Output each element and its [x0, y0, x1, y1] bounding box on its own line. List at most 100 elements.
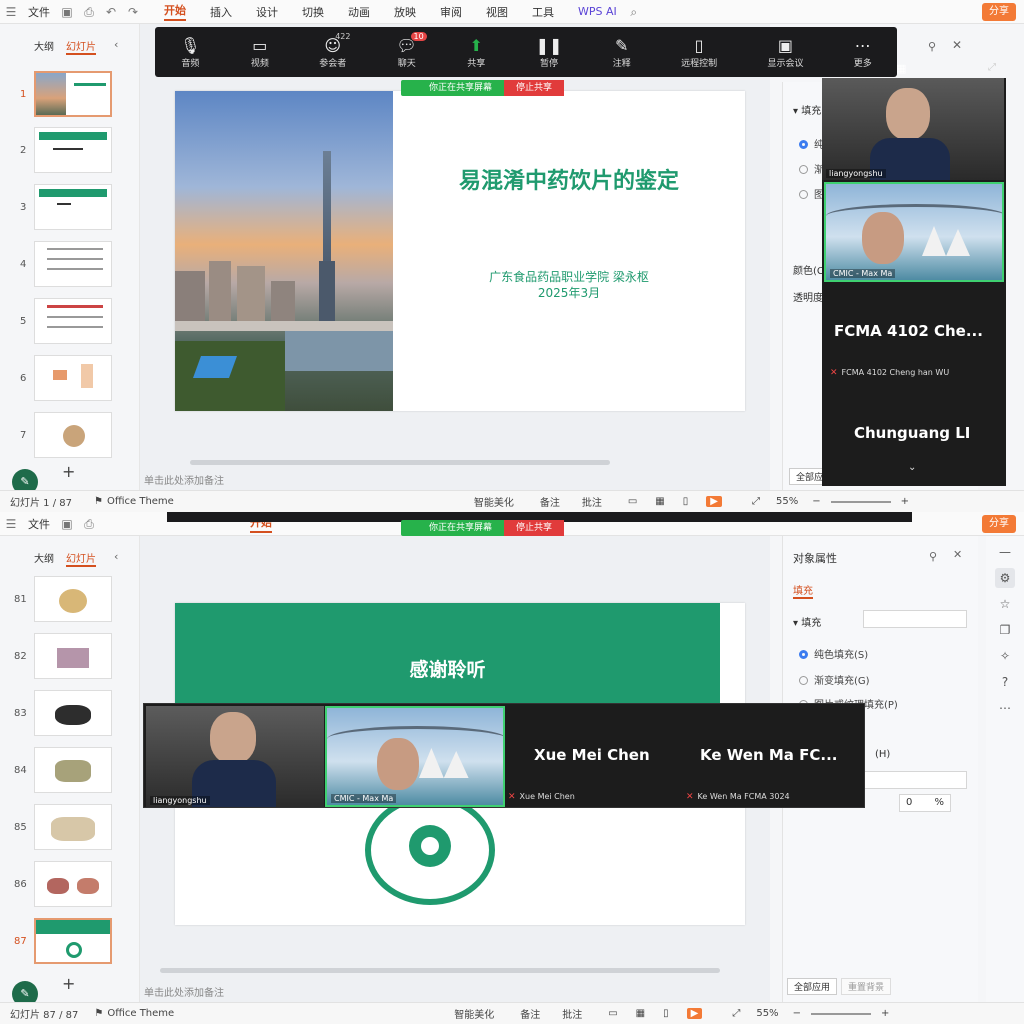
list-item[interactable]: 83 [0, 690, 130, 736]
list-item[interactable]: 2 [0, 127, 130, 173]
hscrollbar[interactable] [160, 968, 720, 973]
list-item[interactable]: 3 [0, 184, 130, 230]
video-tile-active[interactable]: CMIC - Max Ma [824, 182, 1004, 282]
pause-button[interactable]: ❚❚ 暂停 [536, 36, 563, 69]
tab-fill[interactable]: 填充 [793, 582, 813, 599]
list-item[interactable]: 7 [0, 412, 130, 458]
notes-button[interactable]: 备注 [540, 494, 560, 509]
more-button[interactable]: ⋯ 更多 [854, 36, 872, 69]
list-item[interactable]: 85 [0, 804, 130, 850]
theme-name[interactable]: Office Theme [107, 496, 174, 507]
close-icon[interactable]: ✕ [953, 548, 962, 561]
share-button[interactable]: 分享 [982, 515, 1016, 533]
video-tile-active[interactable]: CMIC - Max Ma [325, 706, 505, 807]
tab-design[interactable]: 设计 [256, 4, 278, 20]
reading-view-icon[interactable]: ▯ [663, 1008, 669, 1019]
smart-beautify-button[interactable]: 智能美化 [474, 494, 514, 509]
tab-slideshow[interactable]: 放映 [394, 4, 416, 20]
notes-placeholder[interactable]: 单击此处添加备注 [144, 984, 224, 999]
zoom-in-button[interactable]: + [901, 496, 909, 507]
slide-1[interactable]: 易混淆中药饮片的鉴定 广东食品药品职业学院 梁永枢 2025年3月 [175, 91, 745, 411]
help-icon[interactable]: ? [995, 672, 1015, 692]
file-menu[interactable]: 文件 [28, 4, 50, 20]
video-tile[interactable]: liangyongshu [822, 78, 1004, 180]
zoom-level[interactable]: 55% [756, 1008, 778, 1019]
more-icon[interactable]: ⋯ [995, 698, 1015, 718]
zoom-slider[interactable] [830, 500, 891, 503]
collapse-panel-icon[interactable]: ‹ [114, 550, 118, 563]
add-slide-button[interactable]: + [62, 462, 75, 481]
tab-slides[interactable]: 幻灯片 [66, 38, 96, 55]
tab-view[interactable]: 视图 [486, 4, 508, 20]
slide-thumbnail[interactable] [34, 298, 112, 344]
fill-gradient-radio[interactable]: 渐变填充(G) [799, 672, 870, 687]
color-dropdown[interactable] [863, 771, 967, 789]
pin-icon[interactable]: ⚲ [928, 40, 936, 53]
tab-animation[interactable]: 动画 [348, 4, 370, 20]
list-item[interactable]: 81 [0, 576, 130, 622]
smart-beautify-button[interactable]: 智能美化 [454, 1006, 494, 1021]
theme-name[interactable]: Office Theme [107, 1008, 174, 1019]
slide-subtitle[interactable]: 广东食品药品职业学院 梁永枢 [393, 268, 745, 285]
list-item[interactable]: 86 [0, 861, 130, 907]
slide-thumbnail[interactable] [34, 412, 112, 458]
play-button[interactable]: ▶ [706, 496, 722, 507]
pin-icon[interactable]: ⚲ [929, 550, 937, 563]
slide-title[interactable]: 感谢聆听 [175, 655, 720, 682]
share-screen-button[interactable]: ⬆ 共享 [467, 36, 485, 69]
zoom-level[interactable]: 55% [776, 496, 798, 507]
menu-icon[interactable]: ☰ [4, 517, 18, 531]
fit-icon[interactable]: ⤢ [752, 496, 760, 507]
tab-tools[interactable]: 工具 [532, 4, 554, 20]
normal-view-icon[interactable]: ▭ [608, 1008, 617, 1019]
save-icon[interactable]: ▣ [60, 5, 74, 19]
list-item[interactable]: 1 [0, 71, 130, 117]
slide-title[interactable]: 易混淆中药饮片的鉴定 [393, 163, 745, 195]
comment-button[interactable]: 批注 [582, 494, 602, 509]
slide-thumbnail[interactable] [34, 355, 112, 401]
video-button[interactable]: ▭ 视频 [251, 36, 269, 69]
tab-insert[interactable]: 插入 [210, 4, 232, 20]
zoom-out-button[interactable]: − [812, 496, 820, 507]
remote-control-button[interactable]: ▯ 远程控制 [681, 36, 717, 69]
notes-button[interactable]: 备注 [520, 1006, 540, 1021]
list-item[interactable]: 4 [0, 241, 130, 287]
zoom-slider[interactable] [810, 1012, 871, 1015]
list-item[interactable]: 6 [0, 355, 130, 401]
comment-button[interactable]: 批注 [562, 1006, 582, 1021]
fill-solid-radio[interactable]: 纯色填充(S) [799, 646, 868, 661]
reading-view-icon[interactable]: ▯ [683, 496, 689, 507]
tab-outline[interactable]: 大纲 [34, 550, 54, 567]
list-item[interactable]: 84 [0, 747, 130, 793]
grid-icon[interactable]: ▦ [896, 62, 906, 75]
file-menu[interactable]: 文件 [28, 516, 50, 532]
add-slide-button[interactable]: + [62, 974, 75, 993]
hscrollbar[interactable] [190, 460, 610, 465]
close-icon[interactable]: ✕ [952, 38, 962, 52]
slide-thumbnail[interactable] [34, 71, 112, 117]
search-icon[interactable]: ⌕ [627, 5, 641, 19]
normal-view-icon[interactable]: ▭ [628, 496, 637, 507]
magic-icon[interactable]: ✧ [995, 646, 1015, 666]
audio-button[interactable]: 🎙︎ 音频 [180, 36, 200, 69]
fit-icon[interactable]: ⤢ [732, 1008, 740, 1019]
notes-placeholder[interactable]: 单击此处添加备注 [144, 472, 224, 487]
sorter-view-icon[interactable]: ▦ [655, 496, 664, 507]
reset-background-button[interactable]: 重置背景 [841, 978, 892, 995]
collapse-panel-icon[interactable]: ‹ [114, 38, 118, 51]
show-meeting-button[interactable]: ▣ 显示会议 [767, 36, 803, 69]
transparency-input[interactable]: 0% [899, 794, 951, 812]
sorter-view-icon[interactable]: ▦ [636, 1008, 645, 1019]
print-icon[interactable]: ⎙ [82, 517, 96, 531]
share-button[interactable]: 分享 [982, 3, 1016, 21]
save-icon[interactable]: ▣ [60, 517, 74, 531]
copy-icon[interactable]: ❐ [995, 620, 1015, 640]
redo-icon[interactable]: ↷ [126, 5, 140, 19]
play-button[interactable]: ▶ [686, 1008, 703, 1019]
slide-thumbnail[interactable] [34, 576, 112, 622]
menu-icon[interactable]: ☰ [4, 5, 18, 19]
chevron-down-icon[interactable]: ⌄ [908, 462, 916, 473]
slide-thumbnail[interactable] [34, 804, 112, 850]
zoom-in-button[interactable]: + [881, 1008, 889, 1019]
stop-share-button[interactable]: 停止共享 [504, 520, 565, 536]
